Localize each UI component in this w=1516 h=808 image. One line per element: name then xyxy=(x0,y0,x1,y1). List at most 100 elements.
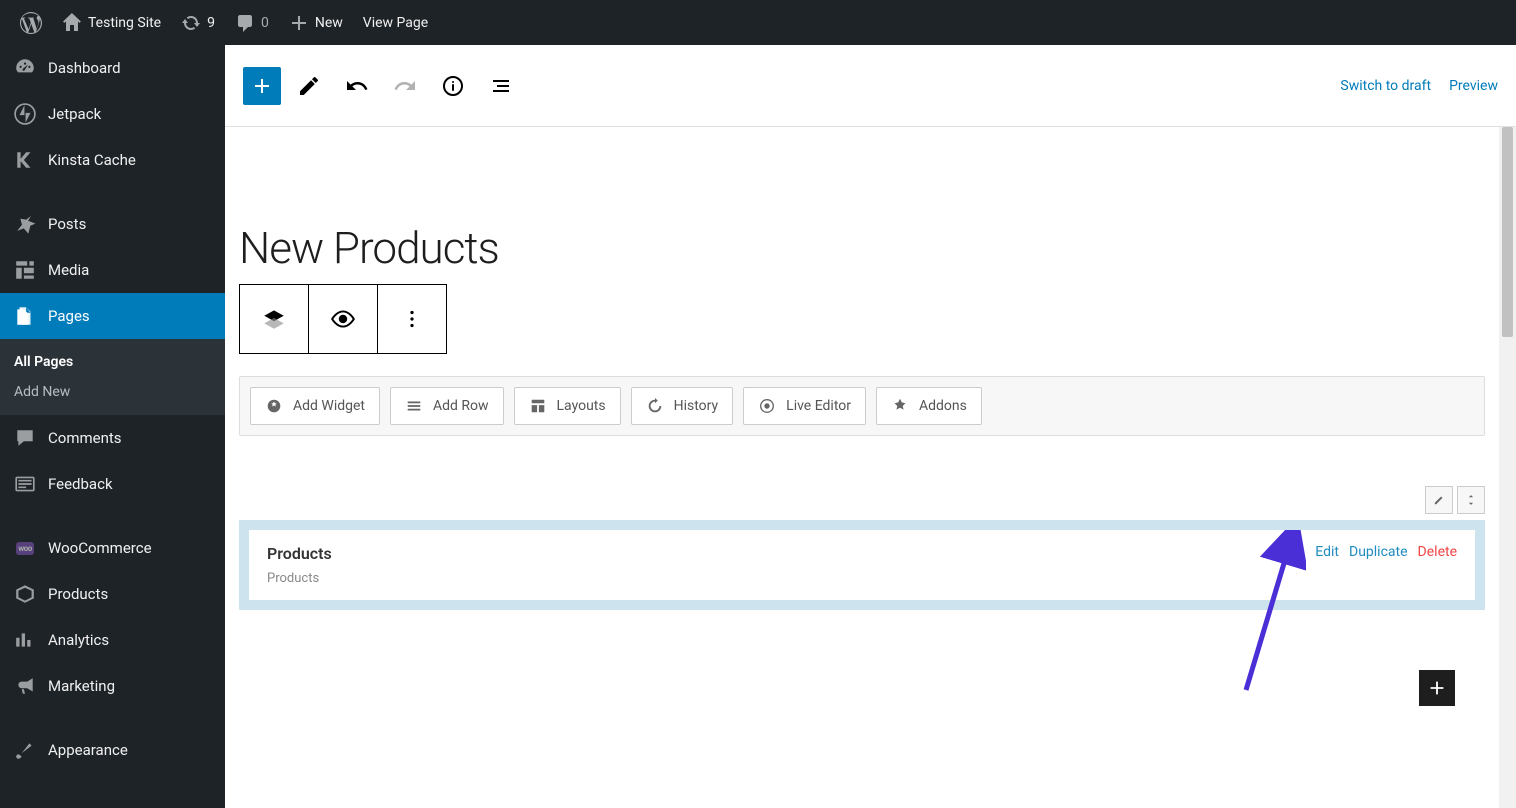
edit-mode-button[interactable] xyxy=(289,66,329,106)
sidebar-item-feedback[interactable]: Feedback xyxy=(0,461,225,507)
admin-sidebar: Dashboard Jetpack Kinsta Cache Posts Med… xyxy=(0,45,225,808)
switch-to-draft-link[interactable]: Switch to draft xyxy=(1340,78,1431,94)
menu-label: Products xyxy=(48,585,108,603)
menu-label: Feedback xyxy=(48,475,113,493)
jetpack-icon xyxy=(12,101,38,127)
editor-toolbar: Switch to draft Preview xyxy=(225,45,1516,127)
info-button[interactable] xyxy=(433,66,473,106)
dashboard-icon xyxy=(12,55,38,81)
site-name-link[interactable]: Testing Site xyxy=(52,0,171,45)
sidebar-item-pages[interactable]: Pages xyxy=(0,293,225,339)
outline-button[interactable] xyxy=(481,66,521,106)
view-page-link[interactable]: View Page xyxy=(353,0,438,45)
separator xyxy=(0,183,225,201)
sidebar-item-media[interactable]: Media xyxy=(0,247,225,293)
updates-count: 9 xyxy=(207,15,215,31)
kinsta-icon xyxy=(12,147,38,173)
widget-item-products[interactable]: Products Products Edit Duplicate Delete xyxy=(249,530,1475,600)
sidebar-item-products[interactable]: Products xyxy=(0,571,225,617)
pin-icon xyxy=(12,211,38,237)
add-block-floating-button[interactable] xyxy=(1419,670,1455,706)
sidebar-item-analytics[interactable]: Analytics xyxy=(0,617,225,663)
widget-title: Products xyxy=(267,544,332,563)
btn-label: History xyxy=(674,398,719,414)
widget-edit-link[interactable]: Edit xyxy=(1315,544,1339,560)
sidebar-item-woocommerce[interactable]: woo WooCommerce xyxy=(0,525,225,571)
sub-item-all-pages[interactable]: All Pages xyxy=(0,347,225,377)
menu-label: Dashboard xyxy=(48,59,121,77)
page-builder-toolbar: Add Widget Add Row Layouts History Live … xyxy=(239,376,1485,436)
plus-icon xyxy=(289,13,309,33)
comments-link[interactable]: 0 xyxy=(225,0,279,45)
editor-canvas: New Products Add Widget Add Row Layouts … xyxy=(225,127,1499,808)
updates-link[interactable]: 9 xyxy=(171,0,225,45)
comment-icon xyxy=(235,13,255,33)
menu-label: Media xyxy=(48,261,89,279)
refresh-icon xyxy=(181,13,201,33)
widget-actions: Edit Duplicate Delete xyxy=(1315,544,1457,560)
btn-label: Layouts xyxy=(557,398,606,414)
row-move-button[interactable] xyxy=(1457,486,1485,514)
view-page-label: View Page xyxy=(363,15,428,31)
home-icon xyxy=(62,13,82,33)
editor-right-tools: Switch to draft Preview xyxy=(1340,78,1498,94)
scrollbar-track[interactable] xyxy=(1499,127,1516,808)
sidebar-item-dashboard[interactable]: Dashboard xyxy=(0,45,225,91)
add-widget-button[interactable]: Add Widget xyxy=(250,387,380,425)
widget-subtitle: Products xyxy=(267,571,332,586)
menu-label: Comments xyxy=(48,429,122,447)
block-toolbar xyxy=(239,284,1499,354)
builder-row[interactable]: Products Products Edit Duplicate Delete xyxy=(239,520,1485,610)
megaphone-icon xyxy=(12,673,38,699)
redo-button[interactable] xyxy=(385,66,425,106)
admin-bar: Testing Site 9 0 New View Page xyxy=(0,0,1516,45)
add-row-button[interactable]: Add Row xyxy=(390,387,504,425)
sidebar-item-comments[interactable]: Comments xyxy=(0,415,225,461)
widget-delete-link[interactable]: Delete xyxy=(1418,544,1457,560)
menu-label: Appearance xyxy=(48,741,128,759)
add-block-button[interactable] xyxy=(243,67,281,105)
new-content-link[interactable]: New xyxy=(279,0,353,45)
media-icon xyxy=(12,257,38,283)
page-title[interactable]: New Products xyxy=(239,222,1499,274)
undo-button[interactable] xyxy=(337,66,377,106)
wordpress-logo[interactable] xyxy=(10,0,52,45)
row-tools xyxy=(239,486,1485,514)
comments-icon xyxy=(12,425,38,451)
woo-icon: woo xyxy=(12,535,38,561)
separator xyxy=(0,709,225,727)
layouts-button[interactable]: Layouts xyxy=(514,387,621,425)
btn-label: Add Widget xyxy=(293,398,365,414)
addons-button[interactable]: Addons xyxy=(876,387,982,425)
block-preview-button[interactable] xyxy=(308,284,378,354)
menu-label: Analytics xyxy=(48,631,109,649)
sub-item-add-new[interactable]: Add New xyxy=(0,377,225,407)
btn-label: Add Row xyxy=(433,398,489,414)
live-editor-button[interactable]: Live Editor xyxy=(743,387,866,425)
widget-duplicate-link[interactable]: Duplicate xyxy=(1349,544,1408,560)
scrollbar-thumb[interactable] xyxy=(1502,127,1513,337)
widget-info: Products Products xyxy=(267,544,332,586)
row-settings-button[interactable] xyxy=(1425,486,1453,514)
btn-label: Addons xyxy=(919,398,967,414)
menu-label: Jetpack xyxy=(48,105,101,123)
comments-count: 0 xyxy=(261,15,269,31)
products-icon xyxy=(12,581,38,607)
block-options-button[interactable] xyxy=(377,284,447,354)
separator xyxy=(0,507,225,525)
menu-label: Posts xyxy=(48,215,86,233)
preview-link[interactable]: Preview xyxy=(1449,78,1498,94)
pages-icon xyxy=(12,303,38,329)
sidebar-item-marketing[interactable]: Marketing xyxy=(0,663,225,709)
sidebar-item-jetpack[interactable]: Jetpack xyxy=(0,91,225,137)
sidebar-item-kinsta[interactable]: Kinsta Cache xyxy=(0,137,225,183)
sidebar-item-appearance[interactable]: Appearance xyxy=(0,727,225,773)
sidebar-item-posts[interactable]: Posts xyxy=(0,201,225,247)
editor-left-tools xyxy=(243,66,521,106)
menu-label: Marketing xyxy=(48,677,115,695)
history-button[interactable]: History xyxy=(631,387,734,425)
brush-icon xyxy=(12,737,38,763)
block-type-button[interactable] xyxy=(239,284,309,354)
btn-label: Live Editor xyxy=(786,398,851,414)
menu-label: Pages xyxy=(48,307,90,325)
